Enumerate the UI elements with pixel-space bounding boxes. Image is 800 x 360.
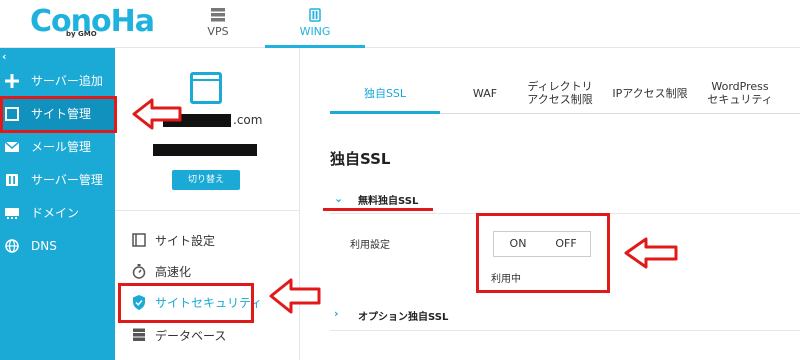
main-content: 独自SSL WAF ディレクトリ アクセス制限 IPアクセス制限 WordPre…	[300, 48, 800, 360]
menu-item-label: サイト設定	[155, 233, 216, 248]
stopwatch-icon	[131, 263, 147, 279]
sidebar-item-label: メール管理	[31, 140, 92, 154]
option-ssl-label[interactable]: オプション独自SSL	[358, 308, 448, 323]
sidebar-item-server-management[interactable]: サーバー管理	[0, 163, 115, 196]
domain-suffix: .com	[233, 113, 263, 127]
top-header: ConoHa by GMO VPS WING	[0, 0, 800, 48]
sidebar-item-label: ドメイン	[31, 206, 80, 220]
chevron-down-icon: ⌄	[334, 192, 344, 205]
database-icon	[131, 327, 147, 343]
wing-icon	[309, 8, 321, 22]
switch-site-button[interactable]: 切り替え	[172, 170, 240, 190]
plus-icon	[5, 73, 19, 88]
annotation-arrow-left-icon	[624, 237, 678, 269]
server-icon	[211, 8, 225, 22]
tab-wordpress-security[interactable]: WordPress セキュリティ	[690, 74, 790, 112]
redaction-block	[153, 144, 257, 156]
site-window-icon	[190, 72, 222, 104]
menu-item-label: データベース	[155, 328, 227, 343]
usage-setting-label: 利用設定	[350, 240, 390, 251]
sidebar-item-label: サーバー管理	[31, 173, 103, 187]
nav-wing[interactable]: WING	[265, 0, 365, 48]
menu-database[interactable]: データベース	[115, 320, 300, 350]
settings-icon	[131, 232, 147, 248]
tab-ip-access[interactable]: IPアクセス制限	[600, 74, 700, 112]
sidebar-item-label: DNS	[31, 238, 57, 253]
sidebar-item-label: サーバー追加	[31, 74, 103, 88]
main-sidebar: ‹ サーバー追加 サイト管理 メール管理 サーバー管理 ドメイン DNS	[0, 48, 115, 360]
nav-vps[interactable]: VPS	[168, 0, 268, 48]
sidebar-item-mail[interactable]: メール管理	[0, 130, 115, 163]
sidebar-item-domain[interactable]: ドメイン	[0, 196, 115, 229]
active-tab-indicator	[330, 111, 440, 114]
mail-icon	[5, 140, 19, 154]
nav-wing-label: WING	[299, 25, 331, 38]
annotation-box-site-management	[0, 96, 117, 133]
divider	[330, 330, 800, 331]
annotation-box-site-security	[118, 283, 254, 323]
annotation-arrow-left-icon	[269, 278, 321, 314]
tab-custom-ssl[interactable]: 独自SSL	[330, 74, 440, 112]
divider	[115, 210, 300, 211]
sidebar-collapse-button[interactable]: ‹	[2, 50, 7, 63]
page-title: 独自SSL	[330, 150, 391, 168]
chevron-right-icon[interactable]: ›	[334, 307, 339, 320]
server-manage-icon	[5, 173, 19, 187]
sidebar-item-add-server[interactable]: サーバー追加	[0, 64, 115, 97]
nav-vps-label: VPS	[207, 25, 229, 38]
menu-item-label: 高速化	[155, 264, 192, 279]
globe-icon	[5, 238, 19, 253]
menu-site-settings[interactable]: サイト設定	[115, 225, 300, 255]
annotation-arrow-left-icon	[132, 98, 182, 130]
annotation-underline-free-ssl	[323, 208, 433, 211]
free-ssl-label: 無料独自SSL	[358, 196, 419, 207]
sidebar-item-dns[interactable]: DNS	[0, 229, 115, 262]
annotation-box-ssl-toggle	[476, 213, 610, 293]
tab-directory-access[interactable]: ディレクトリ アクセス制限	[510, 74, 610, 112]
logo-subtext: by GMO	[66, 30, 97, 38]
domain-icon	[5, 206, 19, 220]
